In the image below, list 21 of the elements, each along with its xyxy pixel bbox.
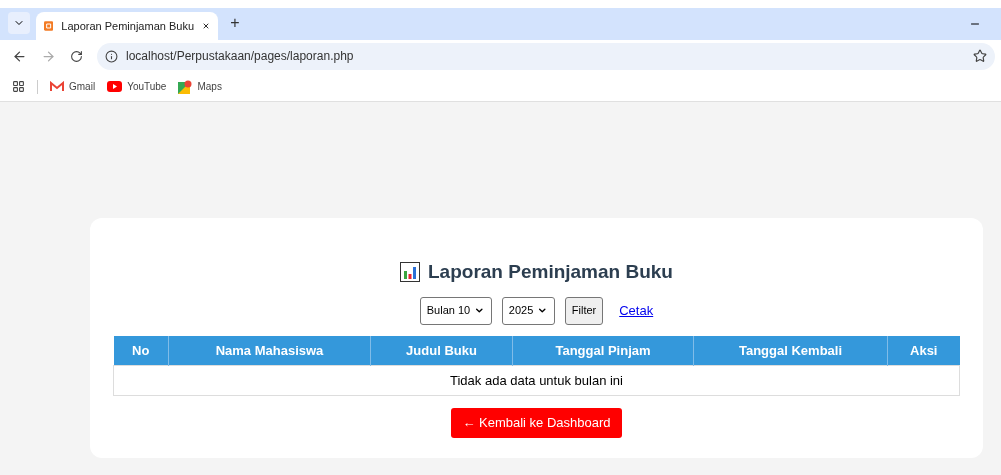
month-select[interactable]: Bulan 10 xyxy=(419,296,492,325)
back-to-dashboard-button[interactable]: ← Kembali ke Dashboard xyxy=(451,408,622,438)
tab-title: Laporan Peminjaman Buku xyxy=(61,18,194,34)
bookmark-link[interactable]: YouTube xyxy=(107,79,167,94)
column-header: Tanggal Kembali xyxy=(693,335,888,366)
column-header: No xyxy=(113,335,169,366)
empty-message: Tidak ada data untuk bulan ini xyxy=(113,365,960,396)
column-header: Nama Mahasiswa xyxy=(168,335,371,366)
year-select[interactable]: 2025 xyxy=(501,296,555,325)
filter-button[interactable]: Filter xyxy=(564,296,604,325)
url-text: localhost/Perpustakaan/pages/laporan.php xyxy=(126,48,355,65)
column-header: Aksi xyxy=(887,335,960,366)
page-title: Laporan Peminjaman Buku xyxy=(428,260,673,284)
new-tab-button[interactable]: + xyxy=(224,12,246,34)
print-link[interactable]: Cetak xyxy=(619,300,654,321)
browser-tab[interactable]: Laporan Peminjaman Buku xyxy=(36,12,218,40)
column-header: Tanggal Pinjam xyxy=(512,335,694,366)
bookmark-link[interactable]: Gmail xyxy=(50,79,96,94)
column-header: Judul Buku xyxy=(370,335,513,366)
address-bar[interactable]: localhost/Perpustakaan/pages/laporan.php xyxy=(97,42,995,70)
bookmark-link[interactable]: Maps xyxy=(178,79,222,94)
